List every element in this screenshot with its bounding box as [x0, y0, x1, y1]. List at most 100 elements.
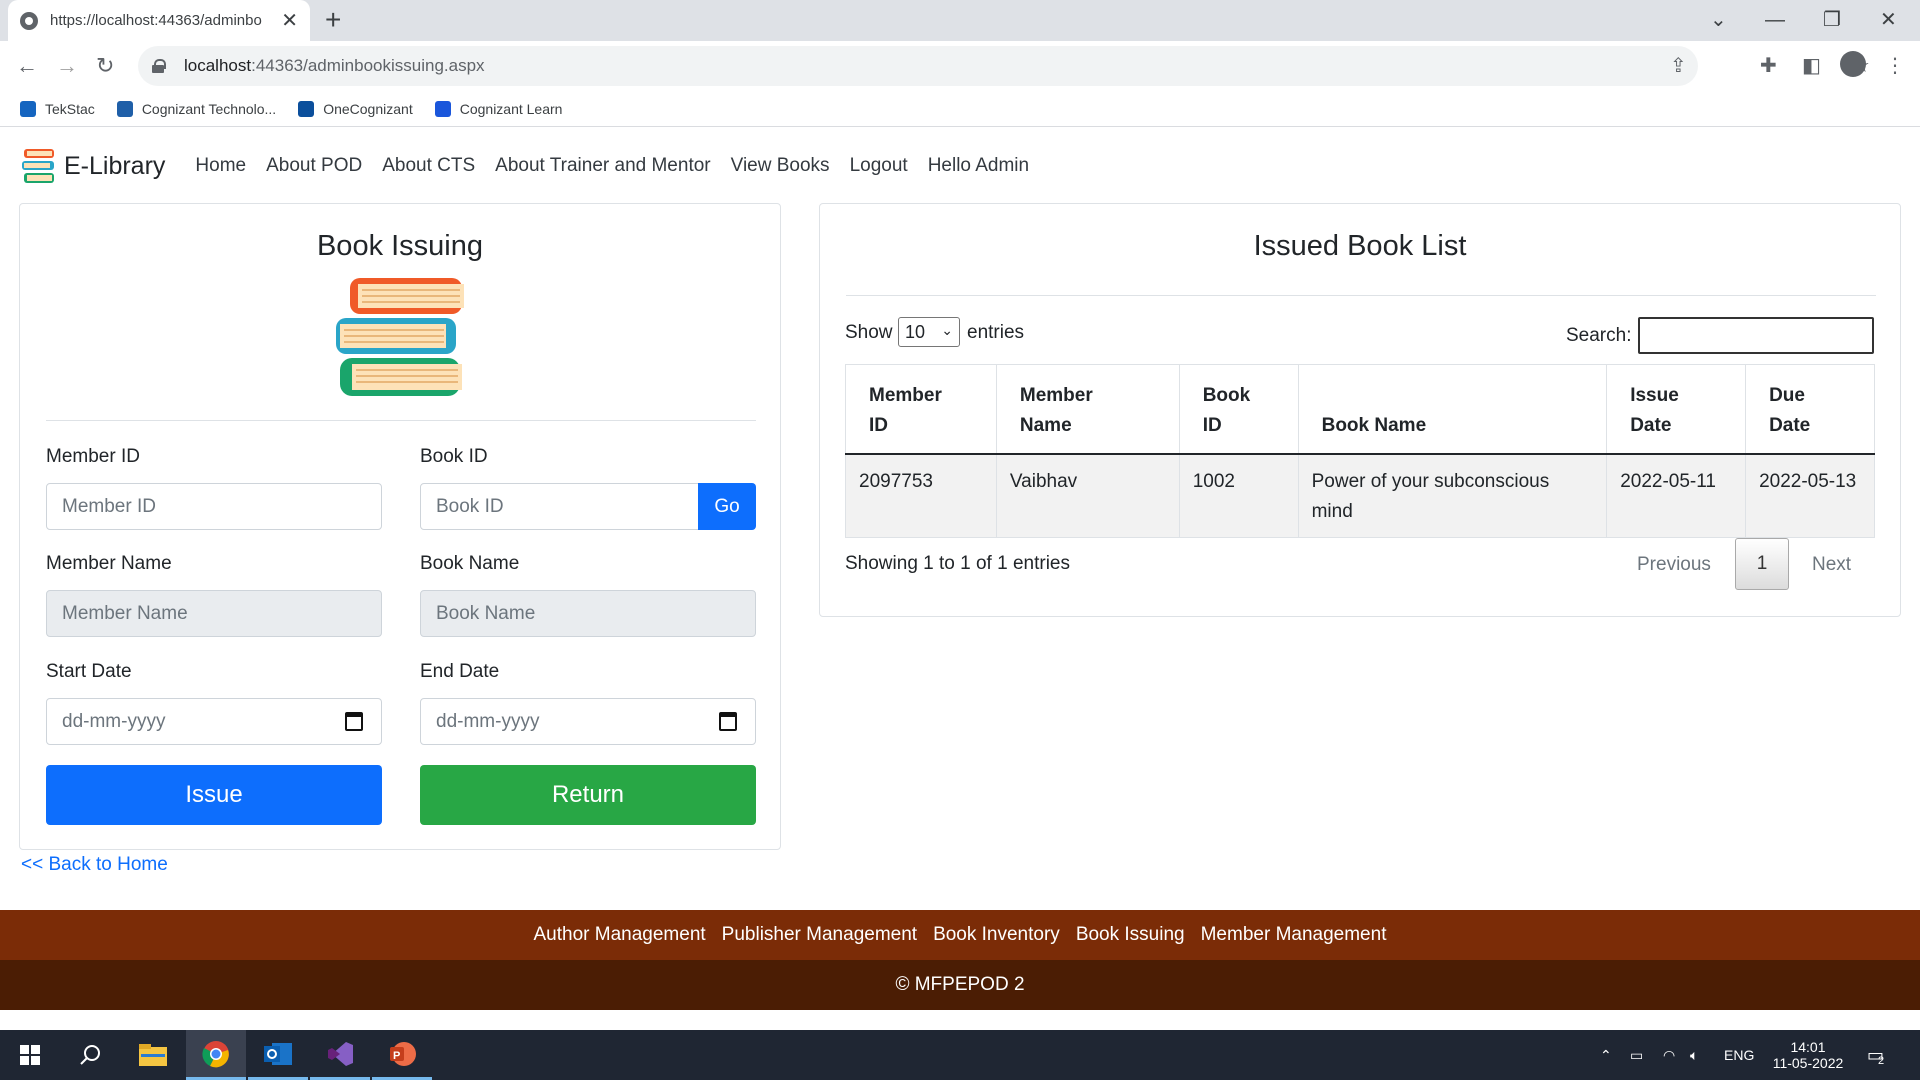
- address-bar[interactable]: localhost:44363/adminbookissuing.aspx ⇪ …: [138, 46, 1870, 86]
- wifi-icon[interactable]: ◠: [1663, 1030, 1675, 1080]
- url-path: :44363/adminbookissuing.aspx: [251, 56, 485, 75]
- table-header-row: Member ID Member Name Book ID Book Name Iss…: [845, 364, 1875, 455]
- brand[interactable]: E-Library: [20, 147, 165, 185]
- member-id-input[interactable]: Member ID: [46, 483, 382, 530]
- back-to-home-link[interactable]: << Back to Home: [21, 854, 168, 876]
- date-value: dd-mm-yyyy: [436, 710, 540, 732]
- bookmark-cognizant-technology[interactable]: Cognizant Technolo...: [116, 100, 276, 117]
- table-row[interactable]: 2097753 Vaibhav 1002 Power of your subco…: [845, 453, 1875, 538]
- nav-about-trainer-mentor[interactable]: About Trainer and Mentor: [495, 155, 710, 177]
- outlook-icon[interactable]: [248, 1030, 308, 1080]
- calendar-icon[interactable]: [719, 712, 737, 731]
- previous-page-button[interactable]: Previous: [1637, 554, 1711, 576]
- search-input[interactable]: [1638, 317, 1874, 354]
- lock-icon: [152, 59, 166, 73]
- cell-member-id: 2097753: [845, 453, 997, 538]
- side-panel-icon[interactable]: ◧: [1802, 49, 1821, 83]
- visual-studio-icon[interactable]: [310, 1030, 370, 1080]
- reload-icon[interactable]: ↻: [96, 49, 114, 83]
- page-size-select[interactable]: 10 ⌄: [898, 317, 960, 347]
- site-navbar: E-Library Home About POD About CTS About…: [0, 128, 1920, 204]
- nav-about-pod[interactable]: About POD: [266, 155, 362, 177]
- start-date-input[interactable]: dd-mm-yyyy: [46, 698, 382, 745]
- forward-arrow-icon[interactable]: →: [56, 49, 78, 83]
- column-header[interactable]: Member Name: [995, 364, 1180, 455]
- browser-tab[interactable]: https://localhost:44363/adminbo ✕: [8, 0, 310, 41]
- footer-publisher-management[interactable]: Publisher Management: [722, 924, 917, 946]
- column-header[interactable]: Book ID: [1178, 364, 1299, 455]
- chevron-up-icon[interactable]: ⌃: [1600, 1030, 1612, 1080]
- go-button[interactable]: Go: [698, 483, 756, 530]
- end-date-label: End Date: [420, 661, 500, 682]
- cell-member-name: Vaibhav: [995, 453, 1180, 538]
- chrome-icon[interactable]: [186, 1030, 246, 1080]
- onecognizant-icon: [298, 100, 315, 117]
- nav-hello-admin[interactable]: Hello Admin: [928, 155, 1029, 177]
- bookmark-label: Cognizant Learn: [459, 100, 563, 117]
- notification-count: 2: [1878, 1055, 1885, 1067]
- bookmark-tekstac[interactable]: TekStac: [20, 100, 95, 117]
- column-header[interactable]: Issue Date: [1606, 364, 1747, 455]
- powerpoint-icon[interactable]: P: [372, 1030, 432, 1080]
- member-name-label: Member Name: [46, 553, 172, 574]
- file-explorer-icon[interactable]: [123, 1030, 183, 1080]
- nav-about-cts[interactable]: About CTS: [382, 155, 475, 177]
- footer-member-management[interactable]: Member Management: [1201, 924, 1387, 946]
- bookmark-label: OneCognizant: [323, 100, 413, 117]
- cell-due-date: 2022-05-13: [1745, 453, 1875, 538]
- calendar-icon[interactable]: [345, 712, 363, 731]
- bookmark-label: TekStac: [45, 100, 95, 117]
- new-tab-button[interactable]: +: [325, 4, 341, 36]
- footer-book-inventory[interactable]: Book Inventory: [933, 924, 1060, 946]
- cell-book-name: Power of your subconscious mind: [1297, 453, 1608, 538]
- close-icon[interactable]: ✕: [281, 11, 298, 31]
- extensions-icon[interactable]: ✚: [1760, 49, 1777, 83]
- window-close-button[interactable]: ✕: [1880, 6, 1897, 34]
- tekstac-icon: [20, 100, 36, 117]
- restore-button[interactable]: ❐: [1823, 6, 1841, 34]
- back-arrow-icon[interactable]: ←: [16, 49, 38, 83]
- minimize-button[interactable]: —: [1765, 6, 1785, 34]
- member-name-input[interactable]: Member Name: [46, 590, 382, 637]
- battery-icon[interactable]: ▭: [1630, 1030, 1643, 1080]
- column-header[interactable]: Book Name: [1297, 364, 1608, 455]
- bookmark-cognizant-learn[interactable]: Cognizant Learn: [434, 100, 563, 117]
- nav-home[interactable]: Home: [195, 155, 246, 177]
- book-issuing-card: Book Issuing Member ID Member ID Book ID…: [19, 203, 781, 850]
- cell-book-id: 1002: [1178, 453, 1299, 538]
- book-id-label: Book ID: [420, 446, 488, 467]
- notification-icon[interactable]: ▭ 2: [1867, 1030, 1884, 1080]
- tab-title: https://localhost:44363/adminbo: [50, 12, 262, 29]
- clock[interactable]: 14:01 11-05-2022: [1772, 1030, 1844, 1080]
- footer-copyright: © MFPEPOD 2: [0, 960, 1920, 1010]
- book-name-input[interactable]: Book Name: [420, 590, 756, 637]
- footer-links: Author Management Publisher Management B…: [0, 910, 1920, 960]
- page-size-value: 10: [905, 321, 926, 342]
- footer-book-issuing[interactable]: Book Issuing: [1076, 924, 1185, 946]
- column-header[interactable]: Member ID: [845, 364, 997, 455]
- volume-icon[interactable]: 🔈︎: [1690, 1030, 1698, 1080]
- windows-start-icon[interactable]: [0, 1030, 60, 1080]
- bookmarks-bar: TekStac Cognizant Technolo... OneCogniza…: [0, 91, 1920, 127]
- menu-dots-icon[interactable]: ⋮: [1885, 49, 1905, 83]
- column-header[interactable]: Due Date: [1745, 364, 1875, 455]
- share-icon[interactable]: ⇪: [1670, 46, 1687, 86]
- bookmark-onecognizant[interactable]: OneCognizant: [298, 100, 413, 117]
- next-page-button[interactable]: Next: [1812, 554, 1851, 576]
- nav-logout[interactable]: Logout: [850, 155, 908, 177]
- nav-view-books[interactable]: View Books: [731, 155, 830, 177]
- language-indicator[interactable]: ENG: [1724, 1030, 1754, 1080]
- footer-author-management[interactable]: Author Management: [534, 924, 706, 946]
- chevron-down-icon: ⌄: [941, 322, 953, 338]
- search-icon[interactable]: [60, 1030, 120, 1080]
- chevron-down-icon[interactable]: ⌄: [1710, 6, 1727, 34]
- return-button[interactable]: Return: [420, 765, 756, 825]
- book-id-input[interactable]: Book ID: [420, 483, 700, 530]
- show-label: Show: [845, 322, 893, 343]
- svg-text:P: P: [393, 1050, 400, 1062]
- issue-button[interactable]: Issue: [46, 765, 382, 825]
- page-1-button[interactable]: 1: [1735, 538, 1789, 590]
- browser-tabstrip: https://localhost:44363/adminbo ✕ + ⌄ — …: [0, 0, 1920, 41]
- profile-avatar[interactable]: [1840, 51, 1866, 77]
- end-date-input[interactable]: dd-mm-yyyy: [420, 698, 756, 745]
